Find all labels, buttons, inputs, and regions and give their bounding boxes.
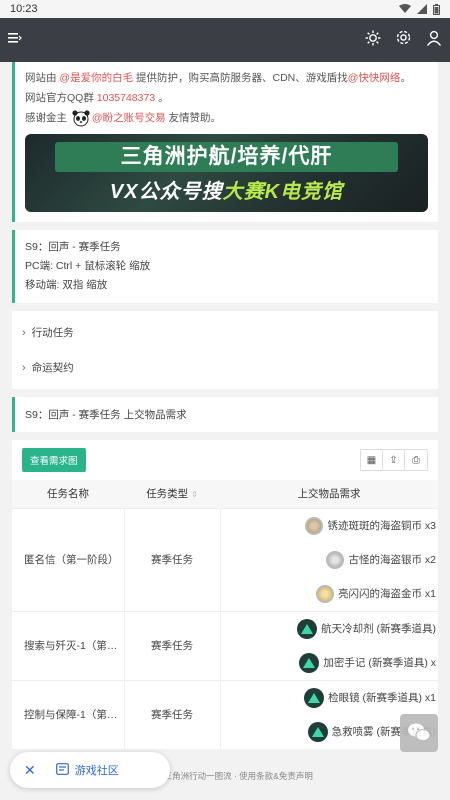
item-line: 古怪的海盗银币 x2: [221, 543, 439, 577]
collapse-action-tasks[interactable]: › 行动任务: [12, 315, 438, 350]
community-icon: [55, 762, 69, 778]
view-requirement-map-button[interactable]: 查看需求图: [22, 448, 86, 472]
sponsor-line-3: 感谢金主 @盼之账号交易 友情赞助。: [25, 108, 428, 128]
collapse-group: › 行动任务 › 命运契约: [12, 311, 438, 389]
requirements-table-card: 查看需求图 ▦ ⇪ ⎙ 任务名称 任务类型 ⇕ 上交物品需求 匿名信（第一阶段）…: [12, 440, 438, 749]
table-row: 匿名信（第一阶段） 赛季任务 锈迹斑斑的海盗铜币 x3 古怪的海盗银币 x2 亮…: [12, 507, 439, 611]
top-navbar: [0, 18, 450, 62]
items-cell: 航天冷却剂 (新赛季道具) 加密手记 (新赛季道具) x: [220, 610, 439, 680]
mobile-zoom-hint: 移动端: 双指 缩放: [25, 279, 108, 291]
silver-coin-icon: [326, 550, 345, 569]
settings-icon[interactable]: [395, 29, 412, 51]
items-cell: 锈迹斑斑的海盗铜币 x3 古怪的海盗银币 x2 亮闪闪的海盗金币 x1: [220, 507, 439, 611]
task-type-cell: 赛季任务: [123, 679, 221, 749]
user-icon[interactable]: [426, 30, 442, 51]
ad-banner[interactable]: 三角洲护航/培养/代肝 VX公众号搜 大赛K电竞馆: [25, 134, 428, 212]
status-bar: 10:23: [0, 0, 450, 18]
print-icon[interactable]: ⎙: [405, 450, 427, 470]
sponsor-link[interactable]: @盼之账号交易: [92, 112, 166, 124]
community-link[interactable]: 游戏社区: [55, 762, 119, 778]
item-line: 锈迹斑斑的海盗铜币 x3: [221, 509, 439, 543]
task-name-cell: 搜索与歼灭-1（第…: [12, 610, 124, 680]
season-item-icon: [307, 721, 328, 742]
season-info-card: S9：回声 - 赛季任务 PC端: Ctrl + 鼠标滚轮 缩放 移动端: 双指…: [12, 230, 438, 303]
table-tool-icons: ▦ ⇪ ⎙: [360, 449, 428, 471]
chevron-right-icon: ›: [22, 361, 26, 374]
sort-icon[interactable]: ⇕: [191, 490, 198, 499]
close-icon[interactable]: ✕: [24, 762, 36, 779]
copper-coin-icon: [305, 516, 324, 535]
sponsor-notice: 网站由 @是爱你的白毛 提供防护，购买高防服务器、CDN、游戏盾找@快快网络。 …: [12, 62, 438, 222]
chevron-right-icon: ›: [22, 326, 26, 339]
panda-icon: [70, 109, 92, 127]
item-line: 加密手记 (新赛季道具) x: [221, 646, 439, 680]
header-items[interactable]: 上交物品需求: [220, 480, 438, 508]
qq-group-link[interactable]: 1035748373: [97, 92, 155, 104]
season-item-icon: [304, 687, 325, 708]
sponsor-line-1: 网站由 @是爱你的白毛 提供防护，购买高防服务器、CDN、游戏盾找@快快网络。: [25, 72, 411, 84]
pc-zoom-hint: PC端: Ctrl + 鼠标滚轮 缩放: [25, 260, 151, 272]
export-icon[interactable]: ⇪: [383, 450, 405, 470]
task-type-cell: 赛季任务: [123, 610, 221, 680]
table-row: 搜索与歼灭-1（第… 赛季任务 航天冷却剂 (新赛季道具) 加密手记 (新赛季道…: [12, 610, 439, 680]
task-type-cell: 赛季任务: [123, 507, 221, 611]
status-time: 10:23: [10, 3, 38, 15]
gold-coin-icon: [315, 584, 334, 603]
battery-icon: [433, 3, 440, 15]
author-link[interactable]: @是爱你的白毛: [59, 72, 133, 84]
task-name-cell: 匿名信（第一阶段）: [12, 507, 124, 611]
header-task-name[interactable]: 任务名称: [12, 480, 124, 508]
item-line: 亮闪闪的海盗金币 x1: [221, 577, 439, 611]
season-item-icon: [299, 652, 320, 673]
table-toolbar: 查看需求图 ▦ ⇪ ⎙: [12, 448, 438, 472]
banner-bottom-text: VX公众号搜 大赛K电竞馆: [109, 181, 344, 203]
season-info-title: S9：回声 - 赛季任务: [25, 241, 121, 253]
season-item-icon: [297, 618, 318, 639]
host-link[interactable]: @快快网络: [348, 72, 401, 84]
menu-icon[interactable]: [8, 31, 22, 49]
sponsor-line-2: 网站官方QQ群 1035748373 。: [25, 92, 169, 104]
community-float-bar: ✕ 游戏社区: [10, 752, 170, 788]
table-row: 控制与保障-1（第… 赛季任务 检眼镜 (新赛季道具) x1 急救喷雾 (新赛季…: [12, 679, 439, 749]
section-title: S9：回声 - 赛季任务 上交物品需求: [12, 397, 438, 432]
page-content: 网站由 @是爱你的白毛 提供防护，购买高防服务器、CDN、游戏盾找@快快网络。 …: [12, 62, 438, 800]
item-line: 检眼镜 (新赛季道具) x1: [221, 681, 439, 715]
header-task-type[interactable]: 任务类型 ⇕: [124, 480, 220, 508]
status-icons: [399, 3, 440, 15]
task-name-cell: 控制与保障-1（第…: [12, 679, 124, 749]
collapse-fate-contract[interactable]: › 命运契约: [12, 350, 438, 385]
wechat-icon[interactable]: [400, 714, 438, 752]
signal-icon: [417, 4, 427, 14]
wifi-icon: [399, 4, 411, 13]
requirements-table: 任务名称 任务类型 ⇕ 上交物品需求 匿名信（第一阶段） 赛季任务 锈迹斑斑的海…: [12, 480, 438, 749]
item-line: 航天冷却剂 (新赛季道具): [221, 612, 439, 646]
banner-top-text: 三角洲护航/培养/代肝: [55, 142, 398, 172]
brightness-icon[interactable]: [365, 30, 381, 51]
table-header-row: 任务名称 任务类型 ⇕ 上交物品需求: [12, 480, 438, 508]
column-settings-icon[interactable]: ▦: [361, 450, 383, 470]
